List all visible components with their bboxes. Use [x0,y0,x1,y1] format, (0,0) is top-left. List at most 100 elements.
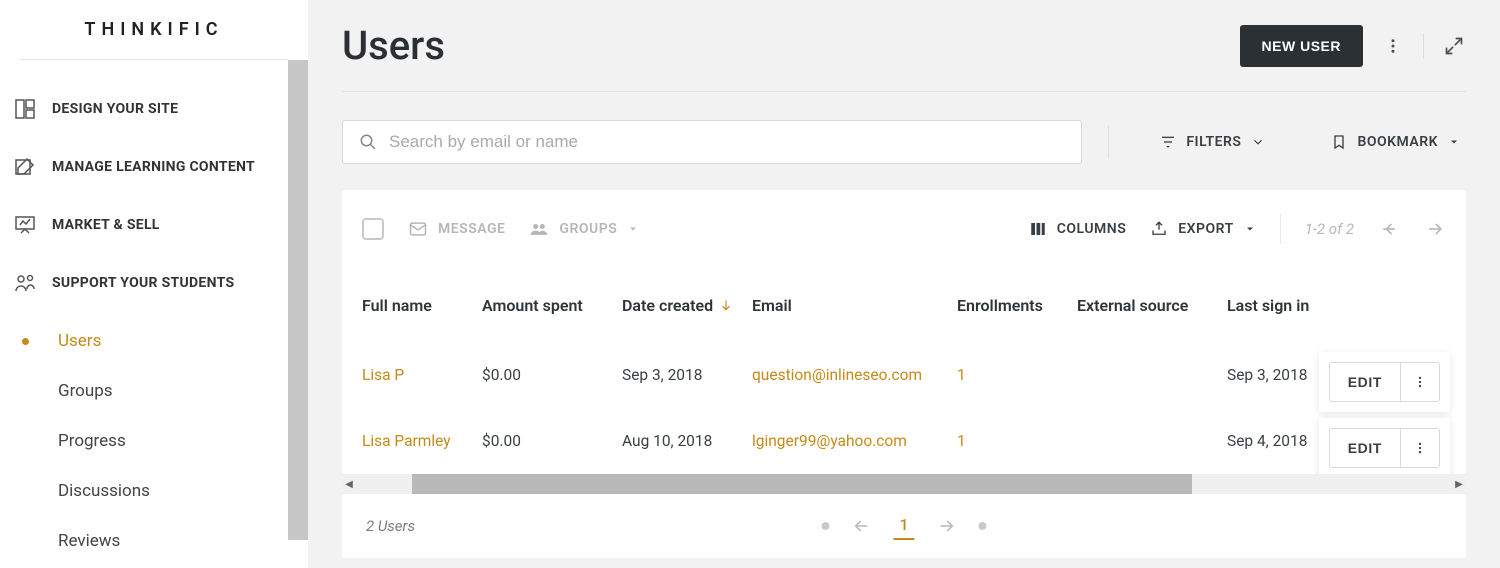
nav-support-students[interactable]: SUPPORT YOUR STUDENTS [0,254,308,312]
col-email[interactable]: Email [752,296,957,315]
pager-current-page[interactable]: 1 [893,513,914,540]
sidebar: THINKIFIC DESIGN YOUR SITE MANAGE LEARNI… [0,0,308,568]
nav-label: DESIGN YOUR SITE [52,101,178,117]
caret-down-icon [627,223,639,235]
col-last-sign-in[interactable]: Last sign in [1227,296,1327,315]
export-button[interactable]: EXPORT [1150,220,1255,238]
prev-page-button[interactable] [1378,218,1400,240]
export-label: EXPORT [1178,221,1233,237]
nav-label: MANAGE LEARNING CONTENT [52,159,255,175]
row-actions: EDIT [1319,352,1450,412]
cell-name[interactable]: Lisa P [362,366,482,384]
mail-icon [408,219,428,239]
subnav-label: Progress [58,431,126,451]
cell-amount: $0.00 [482,432,622,450]
table-footer: 2 Users 1 [342,494,1466,558]
group-icon [529,219,549,239]
col-label: Date created [622,296,713,315]
nav-market-sell[interactable]: MARKET & SELL [0,196,308,254]
cell-enrollments[interactable]: 1 [957,432,1077,450]
table-row[interactable]: Lisa Parmley $0.00 Aug 10, 2018 lginger9… [342,408,1466,474]
col-full-name[interactable]: Full name [362,296,482,315]
subnav-label: Groups [58,381,113,401]
col-label: External source [1077,296,1188,315]
cell-email[interactable]: question@inlineseo.com [752,366,957,384]
main: Users NEW USER FILTERS [308,0,1500,568]
groups-label: GROUPS [559,221,617,237]
caret-down-icon [1448,136,1460,148]
user-count: 2 Users [366,517,415,535]
users-table-card: MESSAGE GROUPS COLUMNS [342,190,1466,558]
edit-button[interactable]: EDIT [1329,428,1400,468]
search-filter-row: FILTERS BOOKMARK [342,120,1466,164]
divider [1280,214,1281,244]
bookmark-button[interactable]: BOOKMARK [1325,134,1466,150]
select-all-checkbox[interactable] [362,218,384,240]
layout-icon [10,94,40,124]
expand-icon[interactable] [1442,34,1466,58]
columns-label: COLUMNS [1057,221,1127,237]
pager-next-icon[interactable] [937,516,957,536]
sort-desc-icon [719,298,733,312]
subnav-label: Reviews [58,531,120,551]
table-row[interactable]: Lisa P $0.00 Sep 3, 2018 question@inline… [342,342,1466,408]
row-kebab-icon[interactable] [1400,428,1440,468]
users-table: Full name Amount spent Date created Emai… [342,268,1466,474]
filters-label: FILTERS [1186,134,1241,150]
nav-label: SUPPORT YOUR STUDENTS [52,275,234,291]
cell-email[interactable]: lginger99@yahoo.com [752,432,957,450]
pager: 1 [821,513,986,540]
divider [1423,33,1424,59]
next-page-button[interactable] [1424,218,1446,240]
subnav-progress[interactable]: Progress [0,416,308,466]
message-button[interactable]: MESSAGE [408,219,505,239]
col-label: Enrollments [957,296,1043,315]
header-actions: NEW USER [1240,25,1466,67]
nav-manage-learning-content[interactable]: MANAGE LEARNING CONTENT [0,138,308,196]
pager-dot [979,522,987,530]
cell-enrollments[interactable]: 1 [957,366,1077,384]
people-icon [10,268,40,298]
scrollbar-thumb[interactable] [412,474,1192,494]
col-label: Amount spent [482,296,583,315]
cell-amount: $0.00 [482,366,622,384]
columns-button[interactable]: COLUMNS [1029,220,1127,238]
horizontal-scrollbar[interactable]: ◀ ▶ [342,474,1466,494]
search-box [342,120,1082,164]
subnav-discussions[interactable]: Discussions [0,466,308,516]
new-user-button[interactable]: NEW USER [1240,25,1363,67]
pager-prev-icon[interactable] [851,516,871,536]
row-kebab-icon[interactable] [1400,362,1440,402]
search-input[interactable] [389,132,1065,152]
col-date-created[interactable]: Date created [622,296,752,315]
kebab-menu-icon[interactable] [1381,34,1405,58]
edit-button[interactable]: EDIT [1329,362,1400,402]
groups-button[interactable]: GROUPS [529,219,639,239]
page-title: Users [342,22,445,69]
subnav-label: Discussions [58,481,150,501]
caret-down-icon [1244,223,1256,235]
subnav-reviews[interactable]: Reviews [0,516,308,566]
subnav-label: Users [58,331,101,351]
primary-nav: DESIGN YOUR SITE MANAGE LEARNING CONTENT… [0,80,308,566]
cell-name[interactable]: Lisa Parmley [362,432,482,450]
subnav-users[interactable]: Users [0,316,308,366]
scroll-left-icon[interactable]: ◀ [342,479,356,490]
pager-dot [821,522,829,530]
col-amount-spent[interactable]: Amount spent [482,296,622,315]
presentation-icon [10,210,40,240]
col-external-source[interactable]: External source [1077,296,1227,315]
chevron-down-icon [1251,135,1265,149]
brand-logo: THINKIFIC [84,19,223,40]
filters-button[interactable]: FILTERS [1154,134,1271,150]
cell-last-signin: Sep 4, 2018 [1227,432,1327,450]
nav-design-your-site[interactable]: DESIGN YOUR SITE [0,80,308,138]
cell-created: Sep 3, 2018 [622,366,752,384]
filter-icon [1160,134,1176,150]
subnav-groups[interactable]: Groups [0,366,308,416]
col-enrollments[interactable]: Enrollments [957,296,1077,315]
scroll-right-icon[interactable]: ▶ [1452,479,1466,490]
brand-area: THINKIFIC [20,0,288,60]
nav-label: MARKET & SELL [52,217,160,233]
edit-icon [10,152,40,182]
